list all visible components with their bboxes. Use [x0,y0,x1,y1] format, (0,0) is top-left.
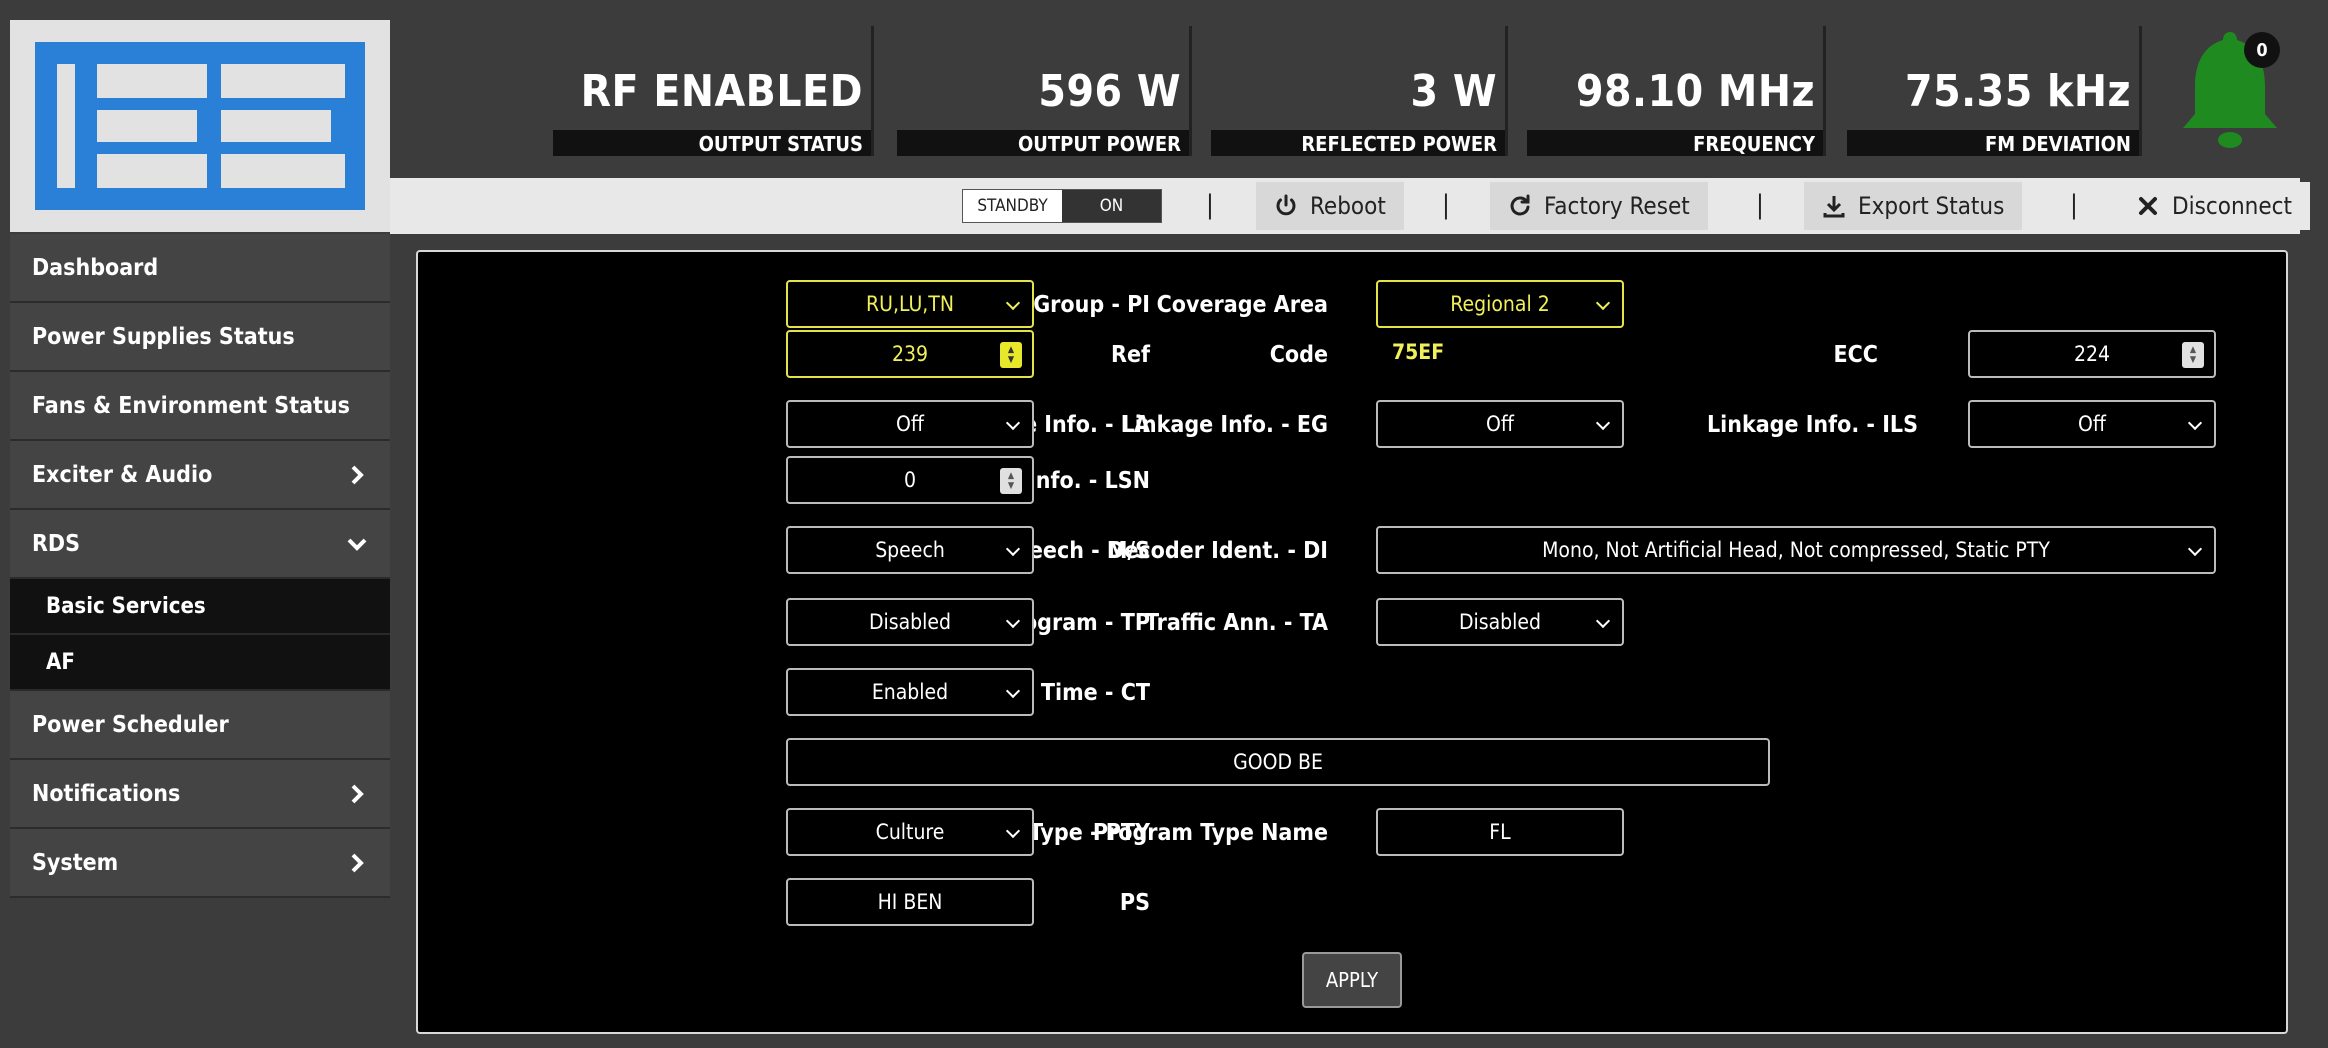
frequency-value: 98.10 MHz [1575,66,1815,117]
toolbar-separator: | [1756,190,1764,220]
code-value: 75EF [1392,340,1445,364]
linkage-ils-label: Linkage Info. - ILS [1706,412,1918,438]
linkage-eg-select[interactable]: Off [1376,400,1624,448]
download-icon [1823,196,1845,218]
output-status-label: OUTPUT STATUS [553,130,871,156]
sidebar-item-label: Exciter & Audio [32,461,213,488]
ref-label: Ref [1111,342,1150,368]
sidebar-item-label: System [32,849,119,876]
reflected-power-label: REFLECTED POWER [1211,130,1505,156]
fm-deviation-value: 75.35 kHz [1905,66,2131,117]
sidebar-item-label: AF [46,649,75,675]
coverage-area-select[interactable]: Regional 2 [1376,280,1624,328]
linkage-lsn-input[interactable]: 0 ▲ ▼ [786,456,1034,504]
linkage-la-select[interactable]: Off [786,400,1034,448]
reflected-power-metric: 3 W REFLECTED POWER [1192,26,1508,156]
rds-basic-services-form: Country Group - PI RU,LU,TN Coverage Are… [416,250,2288,1034]
apply-button[interactable]: APPLY [1302,952,1402,1008]
country-group-select[interactable]: RU,LU,TN [786,280,1034,328]
traffic-ann-label: Traffic Ann. - TA [1145,610,1328,636]
fm-deviation-label: FM DEVIATION [1847,130,2139,156]
reboot-label: Reboot [1310,192,1386,220]
sidebar-item-power-scheduler[interactable]: Power Scheduler [10,691,390,760]
standby-option[interactable]: STANDBY [963,190,1062,222]
fm-deviation-metric: 75.35 kHz FM DEVIATION [1826,26,2142,156]
output-status-metric: RF ENABLED OUTPUT STATUS [553,26,874,156]
sidebar-nav: Dashboard Power Supplies Status Fans & E… [10,234,390,904]
disconnect-label: Disconnect [2172,192,2292,220]
action-toolbar: STANDBY ON | Reboot | Factory Reset | Ex… [390,178,2310,234]
traffic-program-select[interactable]: Disabled [786,598,1034,646]
output-power-value: 596 W [1038,66,1181,117]
music-speech-select[interactable]: Speech [786,526,1034,574]
toolbar-separator: | [1206,190,1214,220]
linkage-ils-select[interactable]: Off [1968,400,2216,448]
ref-value: 239 [891,342,929,366]
frequency-metric: 98.10 MHz FREQUENCY [1508,26,1826,156]
toolbar-separator: | [1442,190,1450,220]
sidebar-item-power-supplies[interactable]: Power Supplies Status [10,303,390,372]
status-header: RF ENABLED OUTPUT STATUS 596 W OUTPUT PO… [390,20,2300,178]
ecc-input[interactable]: 224 ▲ ▼ [1968,330,2216,378]
power-icon [1276,194,1296,216]
decoder-ident-label: Decoder Ident. - DI [1107,538,1328,564]
program-type-name-label: Program Type Name [1092,820,1328,846]
clock-time-select[interactable]: Enabled [786,668,1034,716]
factory-reset-button[interactable]: Factory Reset [1490,182,1708,230]
chevron-down-icon [347,538,367,551]
sidebar-item-notifications[interactable]: Notifications [10,760,390,829]
program-type-name-input[interactable]: FL [1376,808,1624,856]
traffic-ann-select[interactable]: Disabled [1376,598,1624,646]
sidebar-item-label: Power Scheduler [32,711,229,738]
decoder-ident-select[interactable]: Mono, Not Artificial Head, Not compresse… [1376,526,2216,574]
standby-on-toggle[interactable]: STANDBY ON [962,189,1162,223]
sidebar-item-rds[interactable]: RDS [10,510,390,579]
frequency-label: FREQUENCY [1527,130,1823,156]
rt-input[interactable]: GOOD BE [786,738,1770,786]
notification-count-badge: 0 [2244,32,2280,68]
output-power-label: OUTPUT POWER [897,130,1189,156]
chevron-right-icon [351,465,364,484]
sidebar-item-basic-services[interactable]: Basic Services [10,579,390,635]
output-power-metric: 596 W OUTPUT POWER [874,26,1192,156]
export-status-button[interactable]: Export Status [1804,182,2023,230]
chevron-right-icon [351,784,364,803]
linkage-lsn-value: 0 [903,468,917,492]
sidebar-item-label: Notifications [32,780,181,807]
on-option[interactable]: ON [1062,190,1161,222]
disconnect-button[interactable]: Disconnect [2118,182,2310,230]
sidebar-item-dashboard[interactable]: Dashboard [10,234,390,303]
sidebar-item-system[interactable]: System [10,829,390,898]
coverage-area-label: Coverage Area [1156,292,1328,318]
program-type-select[interactable]: Culture [786,808,1034,856]
ecc-label: ECC [1833,342,1878,368]
refresh-icon [1510,194,1530,216]
sidebar-item-label: Dashboard [32,254,159,281]
ref-input[interactable]: 239 ▲ ▼ [786,330,1034,378]
factory-reset-label: Factory Reset [1544,192,1690,220]
toolbar-separator: | [2070,190,2078,220]
sidebar-item-fans-environment[interactable]: Fans & Environment Status [10,372,390,441]
reflected-power-value: 3 W [1410,66,1497,117]
be-logo [10,20,390,232]
reboot-button[interactable]: Reboot [1256,182,1404,230]
ps-label: PS [1119,890,1150,916]
sidebar-item-label: RDS [32,530,81,557]
close-icon [2139,197,2157,215]
sidebar-item-exciter-audio[interactable]: Exciter & Audio [10,441,390,510]
sidebar-item-label: Basic Services [46,593,206,619]
sidebar-item-label: Fans & Environment Status [32,392,350,419]
sidebar-item-af[interactable]: AF [10,635,390,691]
ps-input[interactable]: HI BEN [786,878,1034,926]
ref-stepper[interactable]: ▲ ▼ [1000,342,1022,368]
export-status-label: Export Status [1858,192,2005,220]
ecc-value: 224 [2073,342,2111,366]
linkage-eg-label: Linkage Info. - EG [1121,412,1328,438]
sidebar-item-label: Power Supplies Status [32,323,295,350]
code-label: Code [1269,342,1328,368]
output-status-value: RF ENABLED [580,66,863,117]
chevron-right-icon [351,853,364,872]
lsn-stepper[interactable]: ▲ ▼ [1000,468,1022,494]
ecc-stepper[interactable]: ▲ ▼ [2182,342,2204,368]
